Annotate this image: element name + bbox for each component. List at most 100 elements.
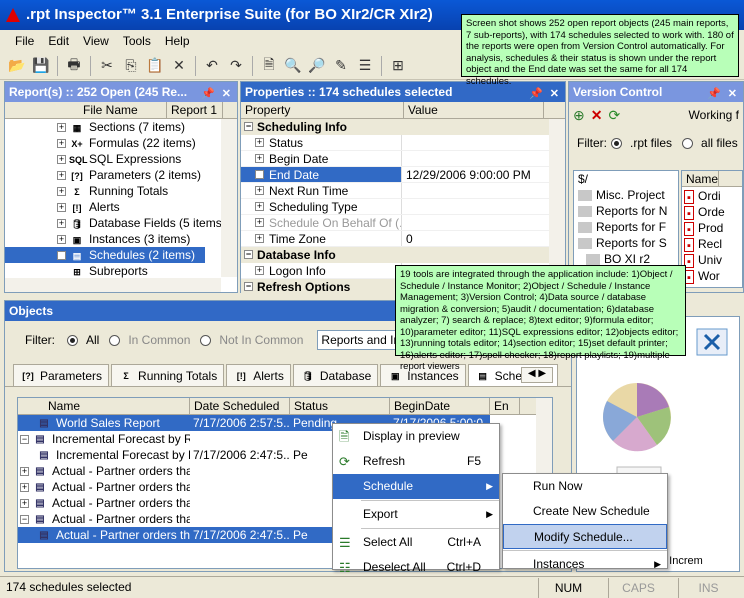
expand-toggle-icon[interactable]: + [255, 154, 264, 163]
collapse-toggle-icon[interactable]: − [244, 250, 253, 259]
submenu-item-instances[interactable]: Instances ▶ [503, 552, 667, 577]
menu-help[interactable]: Help [158, 34, 197, 48]
expand-toggle-icon[interactable]: + [20, 467, 29, 477]
close-icon[interactable]: ✕ [550, 84, 559, 102]
expand-toggle-icon[interactable]: + [255, 234, 264, 243]
search-icon[interactable]: 🔍 [282, 55, 304, 77]
tree-item[interactable]: + [?] Parameters (2 items) [5, 167, 201, 183]
col-name[interactable]: Name [682, 171, 720, 186]
folder-item[interactable]: Reports for S [574, 235, 667, 251]
copy-icon[interactable]: ⎘ [120, 55, 142, 77]
menu-tools[interactable]: Tools [116, 34, 158, 48]
tree-item[interactable]: + ▦ Sections (7 items) [5, 119, 185, 135]
close-icon[interactable]: ✕ [222, 84, 231, 102]
menu-item-schedule[interactable]: Schedule ▶ [333, 474, 499, 499]
property-row[interactable]: + Scheduling Type [241, 199, 565, 215]
redo-icon[interactable]: ↷ [225, 55, 247, 77]
submenu-item-run-now[interactable]: Run Now [503, 474, 667, 499]
col-file-name[interactable]: File Name [5, 102, 167, 118]
expand-toggle-icon[interactable]: − [20, 515, 29, 525]
menu-item-refresh[interactable]: ⟳ Refresh F5 [333, 449, 499, 474]
collapse-toggle-icon[interactable]: − [244, 122, 253, 131]
rpt-files-radio[interactable] [611, 137, 622, 149]
expand-toggle-icon[interactable]: + [57, 235, 66, 245]
property-row[interactable]: + Begin Date [241, 151, 565, 167]
tree-item[interactable]: + X+ Formulas (22 items) [5, 135, 196, 151]
menu-item-export[interactable]: Export ▶ [333, 502, 499, 527]
files-column-header[interactable]: Name [682, 171, 742, 187]
expand-toggle-icon[interactable]: + [255, 186, 264, 195]
property-value[interactable]: 12/29/2006 9:00:00 PM [401, 167, 565, 182]
col-report[interactable]: Report 1 [167, 102, 223, 118]
expand-toggle-icon[interactable]: + [57, 139, 66, 149]
property-category[interactable]: − Database Info [241, 247, 565, 263]
submenu-item-modify-schedule-[interactable]: Modify Schedule... [503, 524, 667, 549]
undo-icon[interactable]: ↶ [201, 55, 223, 77]
tab-alerts[interactable]: [!] Alerts [226, 364, 291, 386]
property-value[interactable] [401, 183, 565, 198]
menu-edit[interactable]: Edit [41, 34, 76, 48]
col-status[interactable]: Status [290, 398, 390, 414]
print-icon[interactable]: 🖶 [63, 55, 85, 77]
property-row[interactable]: + Time Zone 0 [241, 231, 565, 247]
property-category[interactable]: − Scheduling Info [241, 119, 565, 135]
col-date-scheduled[interactable]: Date Scheduled [190, 398, 290, 414]
delete-icon[interactable]: ✕ [168, 55, 190, 77]
tree-item[interactable]: ⊞ Subreports [5, 263, 147, 279]
cut-icon[interactable]: ✂ [96, 55, 118, 77]
tree-item[interactable]: + SQLSQL Expressions [5, 151, 181, 167]
collapse-toggle-icon[interactable]: − [244, 282, 253, 291]
zoom-icon[interactable]: 🔎 [306, 55, 328, 77]
pin-icon[interactable]: 📌 [707, 84, 721, 102]
property-row[interactable]: + Schedule On Behalf Of (... [241, 215, 565, 231]
tree-item[interactable]: + ▣ Instances (3 items) [5, 231, 190, 247]
filter-in-common-radio[interactable] [109, 334, 121, 346]
expand-toggle-icon[interactable]: + [57, 187, 66, 197]
property-value[interactable] [401, 135, 565, 150]
file-item[interactable]: ▪ Prod [682, 220, 723, 236]
file-item[interactable]: ▪ Ordi [682, 188, 721, 204]
col-name[interactable]: Name [18, 398, 190, 414]
tab-scroll-buttons[interactable]: ◀ ▶ [521, 367, 553, 383]
tab-parameters[interactable]: [?] Parameters [13, 364, 110, 386]
paste-icon[interactable]: 📋 [144, 55, 166, 77]
menu-item-select-all[interactable]: ☰ Select All Ctrl+A [333, 530, 499, 555]
tree-item[interactable]: + ▤ Schedules (2 items) [5, 247, 205, 263]
close-icon[interactable]: ✕ [728, 84, 737, 102]
expand-toggle-icon[interactable]: + [57, 155, 66, 165]
col-begin-date[interactable]: BeginDate [390, 398, 490, 414]
edit-icon[interactable]: ✎ [330, 55, 352, 77]
pin-icon[interactable]: 📌 [529, 84, 543, 102]
expand-toggle-icon[interactable]: + [255, 202, 264, 211]
tree-item[interactable]: + Σ Running Totals [5, 183, 168, 199]
layout-icon[interactable]: ⊞ [387, 55, 409, 77]
tab-running-totals[interactable]: Σ Running Totals [111, 364, 225, 386]
property-value[interactable] [401, 215, 565, 230]
property-row[interactable]: + Next Run Time [241, 183, 565, 199]
file-item[interactable]: ▪ Univ [682, 252, 722, 268]
property-value[interactable]: 0 [401, 231, 565, 246]
add-icon[interactable]: ⊕ [573, 107, 585, 124]
tab-database[interactable]: 🛢 Database [292, 364, 379, 386]
file-item[interactable]: ▪ Recl [682, 236, 722, 252]
expand-toggle-icon[interactable]: + [255, 266, 264, 275]
menu-file[interactable]: File [8, 34, 41, 48]
menu-item-display-in-preview[interactable]: 🗎 Display in preview [333, 424, 499, 449]
expand-toggle-icon[interactable]: + [57, 123, 66, 133]
list-icon[interactable]: ☰ [354, 55, 376, 77]
property-value[interactable] [401, 199, 565, 214]
expand-toggle-icon[interactable]: + [57, 251, 66, 261]
expand-toggle-icon[interactable]: + [57, 219, 66, 229]
open-folder-icon[interactable]: 📂 [6, 55, 28, 77]
folder-root[interactable]: $/ [574, 171, 588, 187]
submenu-item-create-new-schedule[interactable]: Create New Schedule [503, 499, 667, 524]
folder-item[interactable]: Reports for N [574, 203, 667, 219]
col-end-date[interactable]: En [490, 398, 520, 414]
expand-toggle-icon[interactable]: + [57, 203, 66, 213]
preview-icon[interactable]: 🗎 [258, 55, 280, 77]
expand-toggle-icon[interactable]: + [255, 138, 264, 147]
vertical-scrollbar[interactable] [221, 119, 237, 277]
pin-icon[interactable]: 📌 [201, 84, 215, 102]
expand-toggle-icon[interactable]: + [255, 218, 264, 227]
property-value[interactable] [401, 151, 565, 166]
